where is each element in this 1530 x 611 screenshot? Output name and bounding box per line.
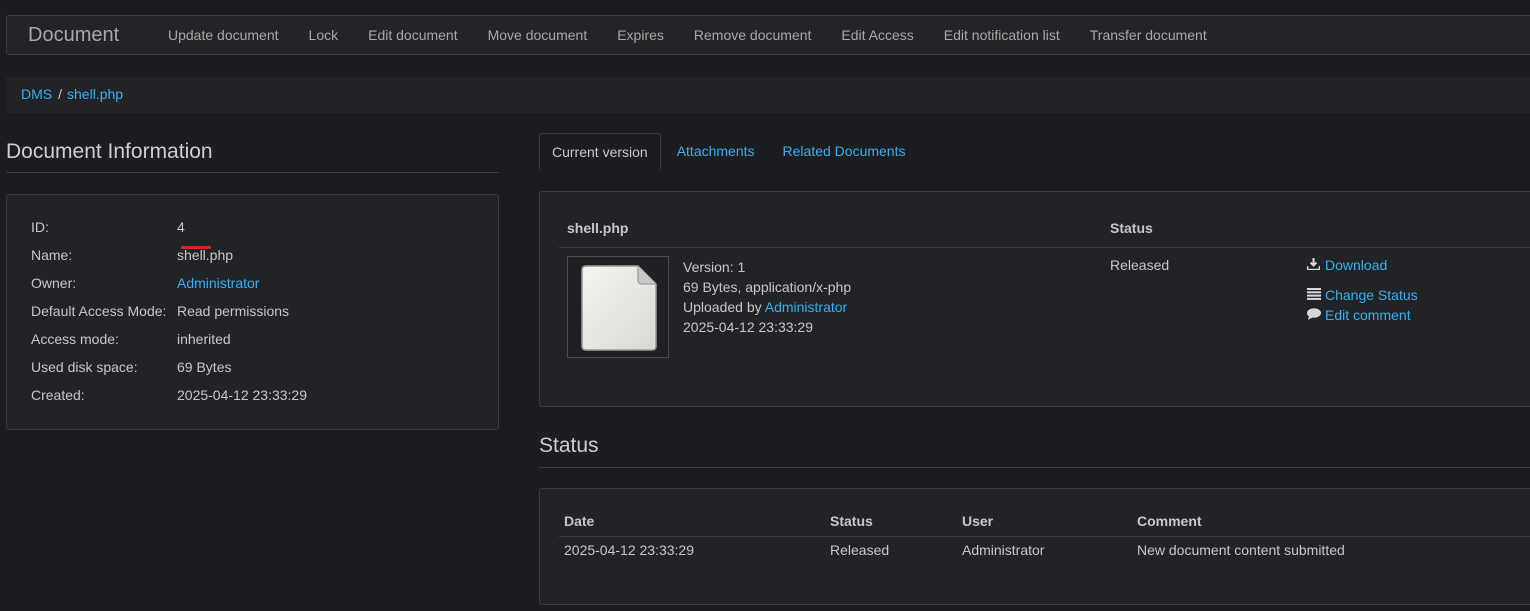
breadcrumb: DMS / shell.php: [6, 77, 1530, 113]
tab-related-documents[interactable]: Related Documents: [771, 133, 918, 170]
info-label: ID:: [31, 219, 49, 235]
breadcrumb-current[interactable]: shell.php: [67, 86, 123, 102]
info-value: inherited: [177, 331, 231, 347]
status-history-panel: Date Status User Comment 2025-04-12 23:3…: [539, 488, 1530, 605]
top-navbar: Document Update document Lock Edit docum…: [6, 15, 1530, 55]
cell-user: Administrator: [962, 542, 1045, 558]
info-value: 69 Bytes: [177, 359, 232, 375]
download-icon: [1306, 258, 1322, 273]
info-label: Access mode:: [31, 331, 119, 347]
header-document-name: shell.php: [567, 220, 629, 236]
info-label: Default Access Mode:: [31, 303, 167, 319]
nav-expires[interactable]: Expires: [602, 16, 679, 54]
info-value: 4: [177, 219, 185, 235]
current-version-panel: shell.php Status Version: 1 69 Bytes, ap…: [539, 191, 1530, 407]
version-details: Version: 1 69 Bytes, application/x-php U…: [683, 257, 851, 337]
download-link[interactable]: Download: [1306, 257, 1388, 273]
info-value: Read permissions: [177, 303, 290, 319]
info-label: Used disk space:: [31, 359, 138, 375]
col-user: User: [962, 513, 994, 529]
nav-move-document[interactable]: Move document: [473, 16, 603, 54]
change-status-label: Change Status: [1325, 287, 1418, 303]
version-tabs: Current version Attachments Related Docu…: [539, 133, 921, 171]
info-label: Created:: [31, 387, 85, 403]
uploaded-by-prefix: Uploaded by: [683, 299, 762, 315]
version-number: Version: 1: [683, 259, 746, 275]
uploader-link[interactable]: Administrator: [765, 299, 847, 315]
nav-edit-notification-list[interactable]: Edit notification list: [929, 16, 1075, 54]
owner-link[interactable]: Administrator: [177, 275, 259, 291]
version-date: 2025-04-12 23:33:29: [683, 319, 813, 335]
document-info-title: Document Information: [6, 140, 499, 173]
info-label: Owner:: [31, 275, 77, 291]
uploaded-by: Uploaded by Administrator: [683, 297, 851, 317]
edit-comment-label: Edit comment: [1325, 307, 1411, 323]
nav-lock[interactable]: Lock: [294, 16, 354, 54]
tab-attachments[interactable]: Attachments: [665, 133, 767, 170]
col-date: Date: [564, 513, 595, 529]
breadcrumb-root[interactable]: DMS: [21, 86, 52, 102]
version-status: Released: [1110, 257, 1170, 273]
nav-edit-access[interactable]: Edit Access: [826, 16, 928, 54]
header-status: Status: [1110, 220, 1153, 236]
document-info-panel: ID: 4 Name: shell.php Owner: Administrat…: [6, 194, 499, 430]
info-value: 2025-04-12 23:33:29: [177, 387, 307, 403]
cell-comment: New document content submitted: [1137, 542, 1345, 558]
tab-current-version[interactable]: Current version: [539, 133, 661, 171]
cell-status: Released: [830, 542, 890, 558]
cell-date: 2025-04-12 23:33:29: [564, 542, 694, 558]
navbar-brand[interactable]: Document: [28, 24, 119, 47]
version-table-header: shell.php Status: [559, 192, 1530, 248]
document-thumbnail[interactable]: [567, 256, 669, 358]
navbar-menu: Update document Lock Edit document Move …: [153, 16, 1222, 54]
nav-transfer-document[interactable]: Transfer document: [1075, 16, 1222, 54]
table-row: 2025-04-12 23:33:29 Released Administrat…: [559, 542, 1530, 562]
col-status: Status: [830, 513, 873, 529]
nav-edit-document[interactable]: Edit document: [353, 16, 473, 54]
info-label: Name:: [31, 247, 73, 263]
file-icon: [581, 265, 657, 351]
status-section-title: Status: [539, 434, 1530, 468]
red-underline-mark: [181, 246, 211, 249]
nav-remove-document[interactable]: Remove document: [679, 16, 827, 54]
info-value: shell.php: [177, 247, 234, 263]
comment-icon: [1307, 308, 1322, 323]
change-status-link[interactable]: Change Status: [1307, 287, 1418, 303]
nav-update-document[interactable]: Update document: [153, 16, 294, 54]
breadcrumb-separator: /: [58, 86, 63, 102]
download-label: Download: [1325, 257, 1388, 273]
edit-comment-link[interactable]: Edit comment: [1307, 307, 1411, 323]
col-comment: Comment: [1137, 513, 1202, 529]
status-table-header: Date Status User Comment: [559, 489, 1530, 537]
list-icon: [1307, 288, 1322, 303]
version-size-type: 69 Bytes, application/x-php: [683, 279, 852, 295]
